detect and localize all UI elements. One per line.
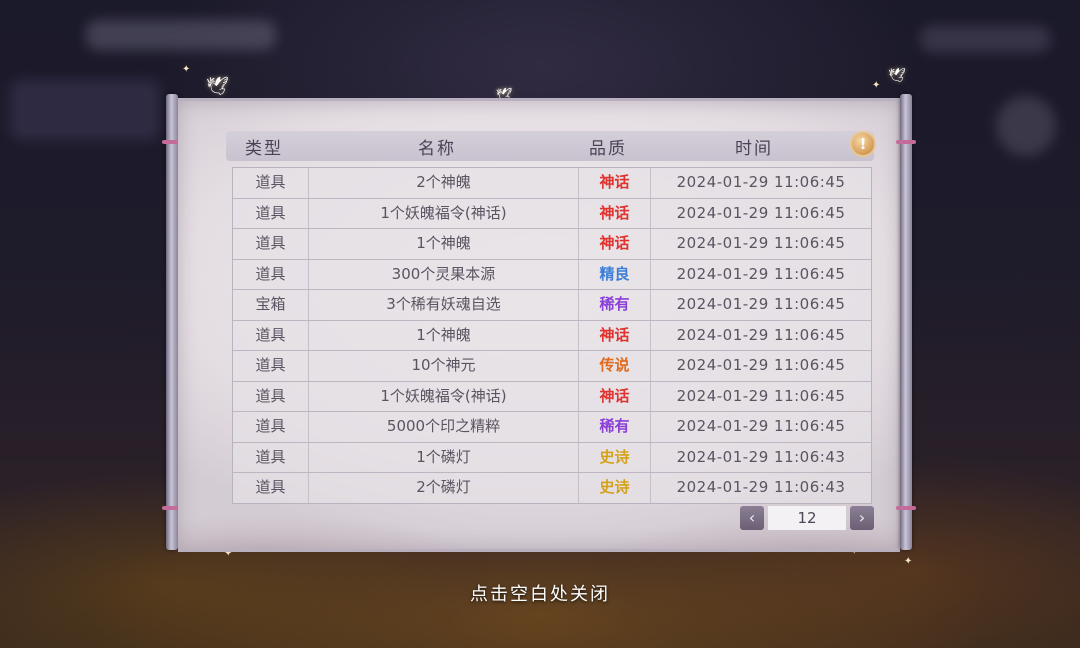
swallow-bird-icon: 🕊 (888, 68, 906, 84)
table-row: 道具 2个神魄 神话 2024-01-29 11:06:45 (233, 168, 871, 199)
cell-name: 2个神魄 (309, 168, 579, 198)
cell-type: 道具 (233, 473, 309, 503)
cell-name: 1个神魄 (309, 320, 579, 350)
table-header: 类型 名称 品质 时间 (226, 131, 874, 161)
cell-name: 300个灵果本源 (309, 259, 579, 289)
cell-type: 道具 (233, 198, 309, 228)
cell-type: 道具 (233, 320, 309, 350)
cell-type: 道具 (233, 168, 309, 198)
chevron-right-icon: › (858, 508, 866, 527)
record-scroll-panel: 类型 名称 品质 时间 道具 2个神魄 神话 2024-01-29 11:06:45 道… (162, 94, 916, 552)
header-type: 类型 (245, 138, 283, 159)
cell-type: 道具 (233, 381, 309, 411)
cell-time: 2024-01-29 11:06:43 (676, 447, 846, 466)
cell-time: 2024-01-29 11:06:45 (676, 234, 846, 252)
info-button[interactable]: ! (850, 131, 876, 157)
background-title-blur (86, 20, 276, 50)
table-row: 道具 1个妖魄福令(神话) 神话 2024-01-29 11:06:45 (233, 198, 871, 229)
table-body: 道具 2个神魄 神话 2024-01-29 11:06:45 道具 1个妖魄福令(神话) 神… (232, 167, 872, 504)
table-row: 道具 1个神魄 神话 2024-01-29 11:06:45 (233, 229, 871, 260)
header-time: 时间 (735, 138, 773, 159)
cell-quality: 稀有 (579, 290, 651, 320)
background-orb-blur (996, 96, 1056, 156)
cell-quality: 史诗 (579, 442, 651, 472)
pagination: ‹ 12 › (740, 506, 874, 530)
cell-name: 2个磷灯 (309, 473, 579, 503)
table-row: 道具 1个妖魄福令(神话) 神话 2024-01-29 11:06:45 (233, 381, 871, 412)
cell-name: 1个妖魄福令(神话) (309, 381, 579, 411)
header-quality: 品质 (589, 138, 627, 159)
cell-time: 2024-01-29 11:06:45 (676, 417, 846, 435)
scroll-rod-left (162, 94, 182, 550)
cell-time: 2024-01-29 11:06:45 (676, 264, 846, 283)
next-page-button[interactable]: › (850, 506, 874, 530)
cell-type: 道具 (233, 442, 309, 472)
table-row: 道具 2个磷灯 史诗 2024-01-29 11:06:43 (233, 473, 871, 503)
cell-type: 宝箱 (233, 290, 309, 320)
cell-name: 1个神魄 (309, 229, 579, 259)
record-table: 类型 名称 品质 时间 道具 2个神魄 神话 2024-01-29 11:06:45 道… (226, 131, 874, 504)
cell-name: 10个神元 (309, 351, 579, 381)
sparkle-icon: ✦ (872, 80, 881, 91)
prev-page-button[interactable]: ‹ (740, 506, 764, 530)
cell-name: 1个磷灯 (309, 442, 579, 472)
table-row: 道具 5000个印之精粹 稀有 2024-01-29 11:06:45 (233, 412, 871, 443)
scroll-rod-right (896, 94, 916, 550)
cell-time: 2024-01-29 11:06:45 (676, 295, 846, 313)
cell-name: 3个稀有妖魂自选 (309, 290, 579, 320)
cell-name: 5000个印之精粹 (309, 412, 579, 442)
header-name: 名称 (418, 138, 456, 159)
cell-quality: 神话 (579, 198, 651, 228)
cell-quality: 神话 (579, 229, 651, 259)
table-row: 道具 1个神魄 神话 2024-01-29 11:06:45 (233, 320, 871, 351)
sparkle-icon: ✦ (182, 64, 191, 75)
cell-type: 道具 (233, 229, 309, 259)
chevron-left-icon: ‹ (748, 508, 756, 527)
page-number: 12 (768, 506, 846, 530)
cell-name: 1个妖魄福令(神话) (309, 198, 579, 228)
table-row: 道具 1个磷灯 史诗 2024-01-29 11:06:43 (233, 442, 871, 473)
scroll-paper: 类型 名称 品质 时间 道具 2个神魄 神话 2024-01-29 11:06:45 道… (178, 98, 900, 552)
cell-quality: 史诗 (579, 473, 651, 503)
background-widget-blur (920, 26, 1050, 52)
cell-type: 道具 (233, 351, 309, 381)
cell-time: 2024-01-29 11:06:43 (676, 478, 846, 496)
cell-quality: 精良 (579, 259, 651, 289)
cell-time: 2024-01-29 11:06:45 (676, 386, 846, 405)
cell-type: 道具 (233, 259, 309, 289)
cell-time: 2024-01-29 11:06:45 (676, 173, 846, 191)
cell-type: 道具 (233, 412, 309, 442)
background-panel-blur (10, 80, 160, 140)
cell-quality: 稀有 (579, 412, 651, 442)
table-row: 道具 300个灵果本源 精良 2024-01-29 11:06:45 (233, 259, 871, 290)
cell-time: 2024-01-29 11:06:45 (676, 203, 846, 222)
close-hint-text[interactable]: 点击空白处关闭 (0, 580, 1080, 606)
exclamation-icon: ! (859, 135, 867, 153)
cell-time: 2024-01-29 11:06:45 (676, 325, 846, 344)
table-row: 宝箱 3个稀有妖魂自选 稀有 2024-01-29 11:06:45 (233, 290, 871, 321)
cell-quality: 传说 (579, 351, 651, 381)
cell-quality: 神话 (579, 381, 651, 411)
table-row: 道具 10个神元 传说 2024-01-29 11:06:45 (233, 351, 871, 382)
cell-quality: 神话 (579, 320, 651, 350)
sparkle-icon: ✦ (904, 556, 913, 567)
cell-quality: 神话 (579, 168, 651, 198)
cell-time: 2024-01-29 11:06:45 (676, 356, 846, 374)
